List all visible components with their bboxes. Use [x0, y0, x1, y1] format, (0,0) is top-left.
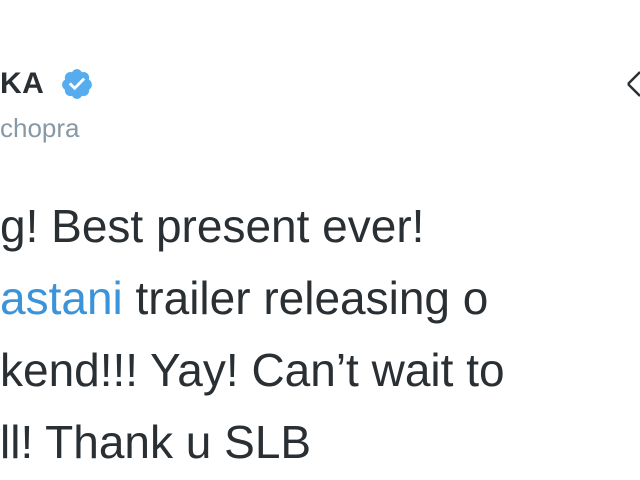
tweet-line: ll! Thank u SLB: [0, 416, 312, 468]
tweet-line: kend!!! Yay! Can’t wait to: [0, 344, 505, 396]
hashtag-link[interactable]: astani: [0, 272, 123, 324]
tweet-card: KA chopra g! Best present ever! astani t…: [0, 0, 640, 480]
verified-badge-icon: [62, 69, 93, 99]
author-handle[interactable]: chopra: [0, 108, 80, 148]
tweet-line-text: trailer releasing o: [122, 272, 489, 324]
tweet-line: astani trailer releasing o: [0, 262, 640, 334]
follow-icon[interactable]: [626, 68, 640, 102]
tweet-line: g! Best present ever!: [0, 200, 425, 252]
author-header: KA: [0, 64, 94, 104]
author-name[interactable]: KA: [0, 64, 44, 104]
tweet-text: g! Best present ever! astani trailer rel…: [0, 190, 640, 478]
